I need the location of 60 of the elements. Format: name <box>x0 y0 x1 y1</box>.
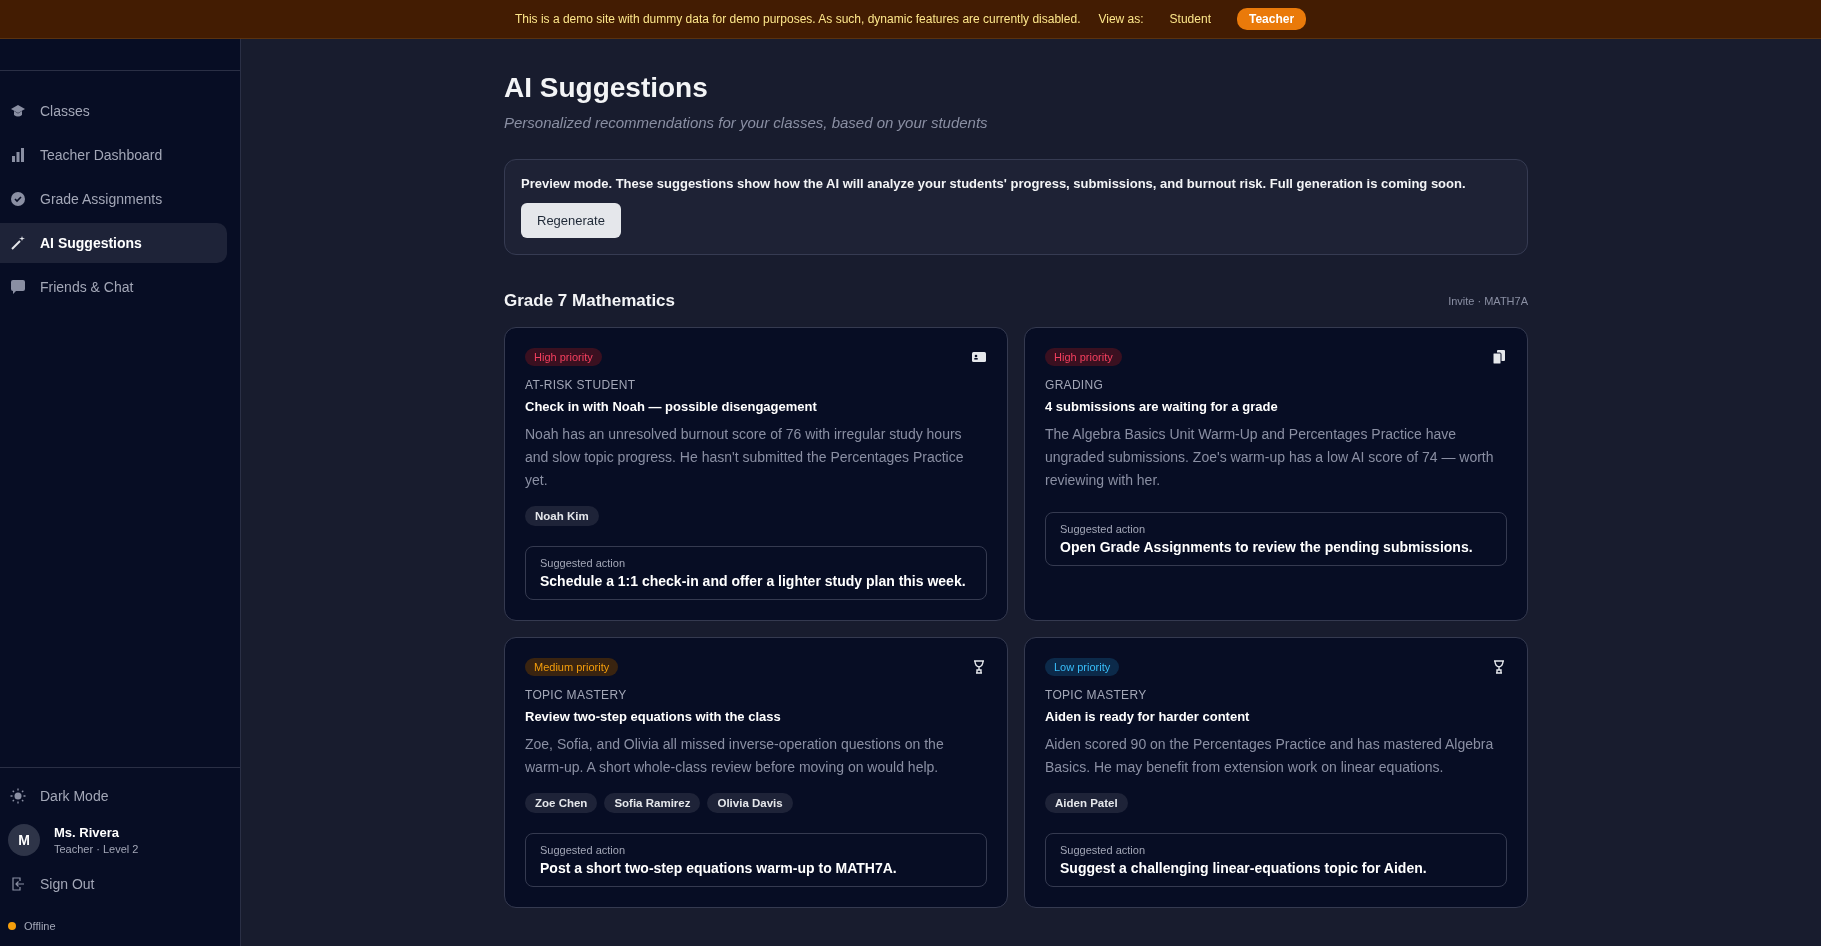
action-text: Open Grade Assignments to review the pending submissions. <box>1060 539 1474 555</box>
priority-badge: High priority <box>525 348 602 366</box>
view-as-label: View as: <box>1098 12 1144 26</box>
action-label: Suggested action <box>540 844 626 856</box>
action-text: Suggest a challenging linear-equations topic for Aiden. <box>1060 860 1428 876</box>
sign-out-link[interactable]: Sign Out <box>0 864 240 904</box>
view-as-option[interactable]: Student <box>1157 8 1223 30</box>
user-role: Teacher · Level 2 <box>54 843 139 855</box>
page-title: AI Suggestions <box>504 72 709 104</box>
status-label: Offline <box>24 920 56 932</box>
card-title: Aiden is ready for harder content <box>1045 709 1250 724</box>
action-label: Suggested action <box>1060 523 1146 535</box>
sidebar-item[interactable]: Grade Assignments <box>0 179 227 219</box>
user-name: Ms. Rivera <box>54 825 121 840</box>
card-description: Zoe, Sofia, and Olivia all missed inverse-operation questions on the warm-up. A short whole-class review before moving on would help. <box>525 735 945 777</box>
sign-out-icon <box>10 876 26 892</box>
card-category: GRADING <box>1045 378 1104 392</box>
invite-code: Invite · MATH7A <box>1448 295 1528 307</box>
priority-badge: Medium priority <box>525 658 619 676</box>
action-text: Schedule a 1:1 check-in and offer a lighter study plan this week. <box>540 573 967 589</box>
student-tag: Zoe Chen <box>525 793 598 813</box>
card-category: TOPIC MASTERY <box>525 688 627 702</box>
student-tag: Sofia Ramirez <box>604 793 701 813</box>
student-tag: Olivia Davis <box>707 793 793 813</box>
page-subtitle: Personalized recommendations for your classes, based on your students <box>504 114 989 131</box>
notice-text: Preview mode. These suggestions show how the AI will analyze your students' progress, submissions, and burnout risk. Full generation is coming soon. <box>521 176 1466 191</box>
sidebar-item[interactable]: AI Suggestions <box>0 223 227 263</box>
id-card-icon <box>971 349 987 365</box>
card-title: Review two-step equations with the class <box>525 709 781 724</box>
trophy-icon <box>1491 659 1507 675</box>
card-title: Check in with Noah — possible disengagement <box>525 399 817 414</box>
student-tag: Noah Kim <box>525 506 599 526</box>
banner-message: This is a demo site with dummy data for demo purposes. As such, dynamic features are currently disabled. <box>514 12 1081 26</box>
bar-chart-icon <box>10 147 26 163</box>
regenerate-button[interactable]: Regenerate <box>521 203 621 238</box>
action-text: Post a short two-step equations warm-up to MATH7A. <box>540 860 898 876</box>
dark-mode-toggle[interactable]: Dark Mode <box>0 776 240 816</box>
sun-icon <box>10 788 26 804</box>
trophy-icon <box>971 659 987 675</box>
action-label: Suggested action <box>1060 844 1146 856</box>
card-category: TOPIC MASTERY <box>1045 688 1147 702</box>
graduation-cap-icon <box>10 103 26 119</box>
magic-wand-icon <box>10 235 26 251</box>
priority-badge: Low priority <box>1045 658 1120 676</box>
sidebar-item[interactable]: Teacher Dashboard <box>0 135 227 175</box>
class-title: Grade 7 Mathematics <box>504 291 675 311</box>
action-label: Suggested action <box>540 557 626 569</box>
card-description: The Algebra Basics Unit Warm-Up and Percentages Practice have ungraded submissions. Zoe's warm-up has a low AI score of 74 — worth reviewing with her. <box>1045 425 1495 490</box>
chat-bubble-icon <box>10 279 26 295</box>
card-description: Noah has an unresolved burnout score of 76 with irregular study hours and slow topic progress. He hasn't submitted the Percentages Practice yet. <box>525 425 965 490</box>
sidebar-item[interactable]: Friends & Chat <box>0 267 227 307</box>
card-title: 4 submissions are waiting for a grade <box>1045 399 1278 414</box>
clipboard-icon <box>1491 349 1507 365</box>
sidebar-item[interactable]: Classes <box>0 91 227 131</box>
priority-badge: High priority <box>1045 348 1122 366</box>
card-description: Aiden scored 90 on the Percentages Practice and has mastered Algebra Basics. He may benefit from extension work on linear equations. <box>1045 735 1495 777</box>
card-category: AT-RISK STUDENT <box>525 378 636 392</box>
check-badge-icon <box>10 191 26 207</box>
user-avatar: M <box>8 824 40 856</box>
student-tag: Aiden Patel <box>1045 793 1128 813</box>
